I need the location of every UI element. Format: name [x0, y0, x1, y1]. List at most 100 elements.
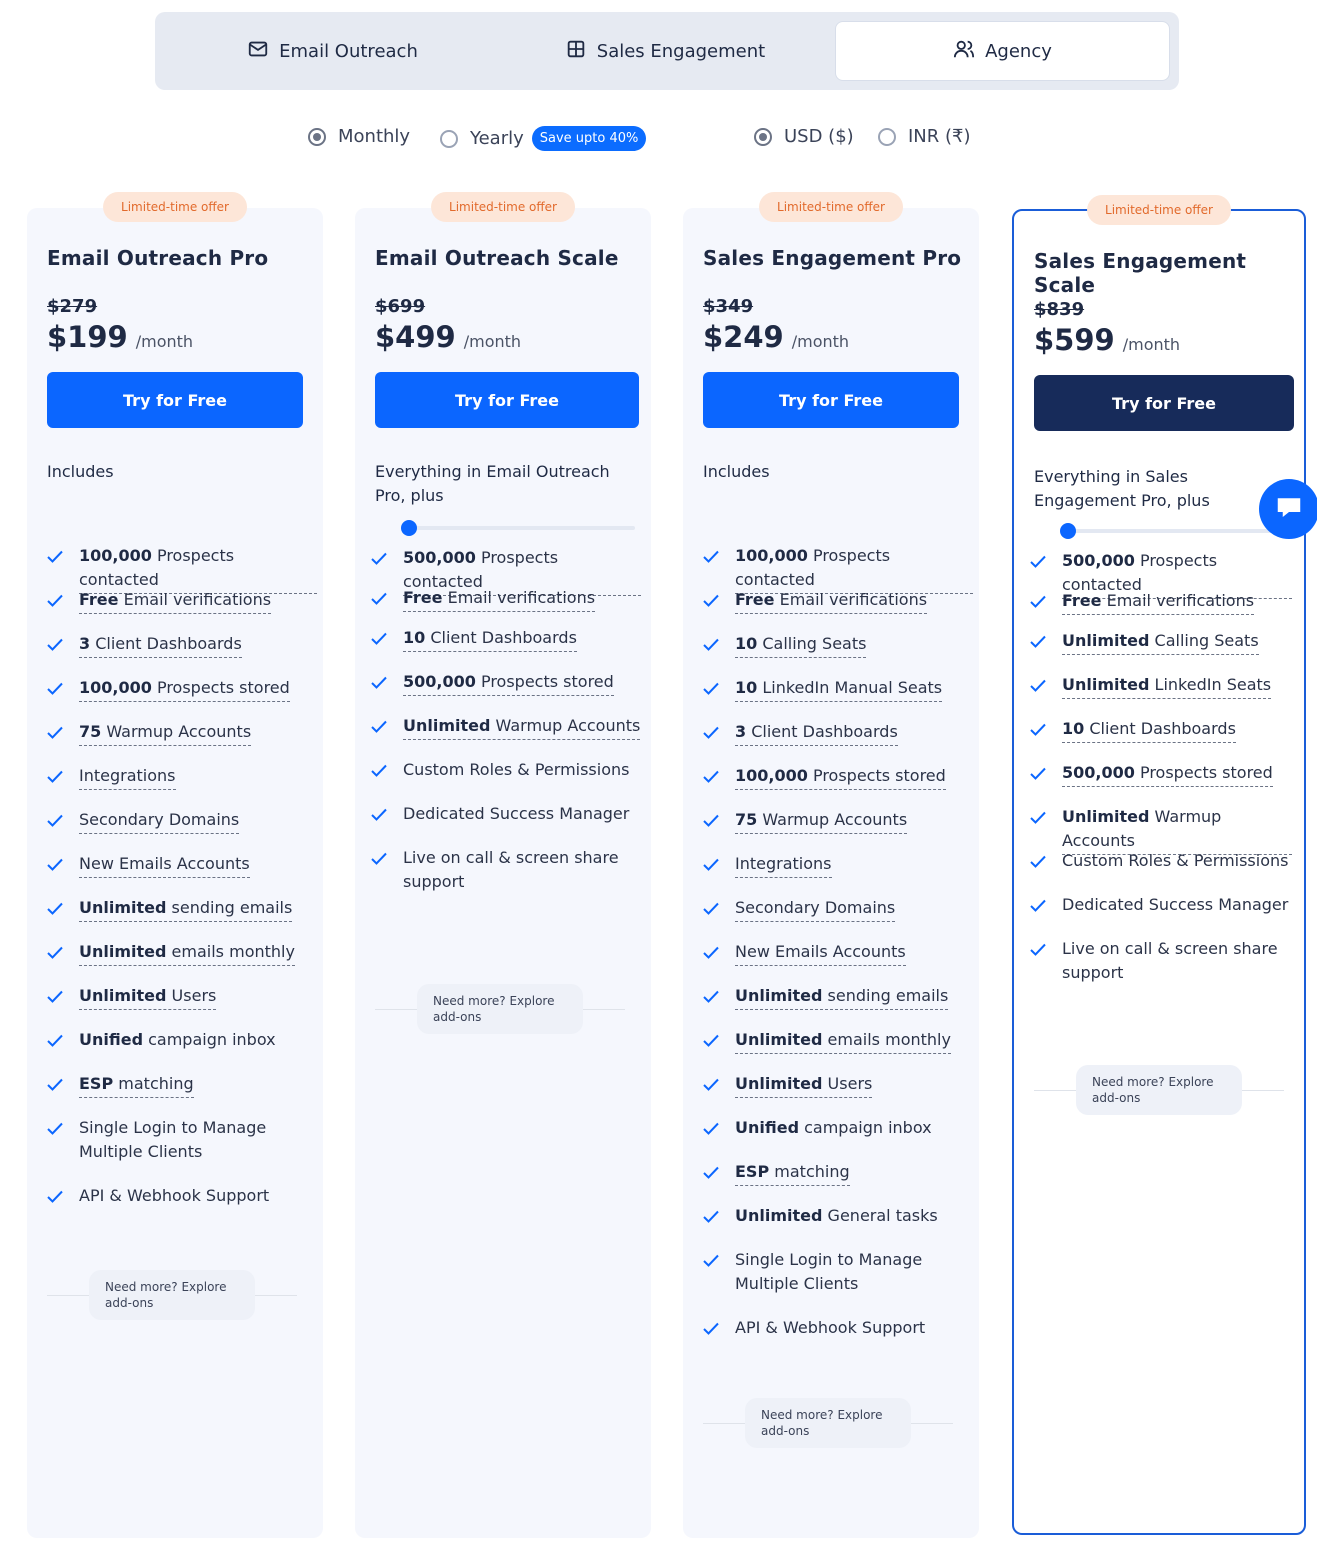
- feature-text: Unlimited General tasks: [735, 1206, 938, 1225]
- feature-text: API & Webhook Support: [735, 1318, 926, 1337]
- prospects-slider[interactable]: [401, 520, 635, 536]
- addons-link[interactable]: Need more? Explore add-ons: [745, 1398, 911, 1448]
- feature-item: Live on call & screen share support: [371, 846, 641, 894]
- plan-card: Limited-time offer Sales Engagement Pro $3…: [683, 192, 979, 1538]
- feature-text: 3 Client Dashboards: [735, 720, 898, 746]
- prospects-slider[interactable]: [1060, 523, 1288, 539]
- check-icon: [47, 1116, 65, 1140]
- check-icon: [47, 1072, 65, 1096]
- feature-text: Secondary Domains: [79, 808, 240, 834]
- tab-email-outreach[interactable]: Email Outreach: [155, 21, 510, 81]
- addons-link[interactable]: Need more? Explore add-ons: [417, 984, 583, 1034]
- explore-addons[interactable]: Need more? Explore add-ons: [375, 984, 625, 1034]
- check-icon: [1030, 849, 1048, 873]
- tab-agency[interactable]: Agency: [835, 21, 1170, 81]
- feature-text: 75 Warmup Accounts: [79, 720, 252, 746]
- yearly-radio[interactable]: Yearly Save upto 40%: [440, 126, 647, 151]
- check-icon: [47, 544, 65, 568]
- check-icon: [47, 588, 65, 612]
- price-row: $249/month: [703, 320, 849, 354]
- feature-item: Unlimited sending emails: [47, 896, 317, 922]
- divider: [47, 1294, 89, 1296]
- feature-item: Unlimited sending emails: [703, 984, 973, 1010]
- feature-item: 100,000 Prospects contacted: [47, 544, 317, 594]
- slider-handle[interactable]: [1060, 523, 1076, 539]
- check-icon: [371, 846, 389, 870]
- check-icon: [47, 632, 65, 656]
- feature-text: Unlimited Warmup Accounts: [403, 714, 641, 740]
- feature-text: 10 Client Dashboards: [1062, 717, 1236, 743]
- addons-link[interactable]: Need more? Explore add-ons: [1076, 1065, 1242, 1115]
- feature-item: Unlimited Users: [47, 984, 317, 1010]
- feature-text: 3 Client Dashboards: [79, 632, 242, 658]
- feature-text: Free Email verifications: [1062, 589, 1255, 615]
- radio-indicator: [754, 127, 772, 146]
- check-icon: [371, 626, 389, 650]
- explore-addons[interactable]: Need more? Explore add-ons: [1034, 1065, 1284, 1115]
- feature-item: Integrations: [47, 764, 317, 790]
- tab-sales-engagement[interactable]: Sales Engagement: [500, 21, 830, 81]
- price-row: $499/month: [375, 320, 521, 354]
- feature-item: 75 Warmup Accounts: [47, 720, 317, 746]
- feature-text: Custom Roles & Permissions: [403, 760, 630, 779]
- monthly-radio[interactable]: Monthly: [308, 126, 410, 147]
- feature-item: 10 Calling Seats: [703, 632, 973, 658]
- feature-item: New Emails Accounts: [47, 852, 317, 878]
- try-for-free-button[interactable]: Try for Free: [375, 372, 639, 428]
- check-icon: [703, 1160, 721, 1184]
- usd-radio[interactable]: USD ($): [754, 126, 854, 147]
- feature-item: API & Webhook Support: [703, 1316, 973, 1340]
- feature-item: 3 Client Dashboards: [47, 632, 317, 658]
- check-icon: [703, 632, 721, 656]
- feature-item: Integrations: [703, 852, 973, 878]
- check-icon: [47, 896, 65, 920]
- check-icon: [47, 1028, 65, 1052]
- explore-addons[interactable]: Need more? Explore add-ons: [703, 1398, 953, 1448]
- try-for-free-button[interactable]: Try for Free: [47, 372, 303, 428]
- check-icon: [703, 676, 721, 700]
- check-icon: [703, 1316, 721, 1340]
- feature-item: Unlimited LinkedIn Seats: [1030, 673, 1292, 699]
- yearly-label: Yearly: [470, 128, 524, 149]
- check-icon: [1030, 761, 1048, 785]
- feature-item: Unified campaign inbox: [703, 1116, 973, 1140]
- feature-item: Unified campaign inbox: [47, 1028, 317, 1052]
- current-price: $199: [47, 320, 128, 354]
- try-for-free-button[interactable]: Try for Free: [1034, 375, 1294, 431]
- feature-item: Single Login to Manage Multiple Clients: [703, 1248, 973, 1296]
- slider-handle[interactable]: [401, 520, 417, 536]
- plan-card: Limited-time offer Email Outreach Pro $279…: [27, 192, 323, 1538]
- chat-widget-button[interactable]: [1259, 479, 1317, 539]
- original-price: $349: [703, 296, 754, 317]
- check-icon: [1030, 629, 1048, 653]
- radio-indicator: [440, 129, 458, 148]
- feature-item: Secondary Domains: [47, 808, 317, 834]
- check-icon: [703, 1248, 721, 1272]
- current-price: $249: [703, 320, 784, 354]
- feature-text: API & Webhook Support: [79, 1186, 270, 1205]
- feature-text: Unlimited Calling Seats: [1062, 629, 1259, 655]
- feature-text: Unlimited Users: [735, 1072, 873, 1098]
- addons-link[interactable]: Need more? Explore add-ons: [89, 1270, 255, 1320]
- divider: [255, 1294, 297, 1296]
- feature-text: Unlimited Users: [79, 984, 217, 1010]
- original-price: $699: [375, 296, 426, 317]
- divider: [1034, 1089, 1076, 1091]
- feature-text: Custom Roles & Permissions: [1062, 851, 1289, 870]
- check-icon: [1030, 589, 1048, 613]
- check-icon: [703, 1116, 721, 1140]
- feature-item: 100,000 Prospects stored: [47, 676, 317, 702]
- feature-text: 10 Client Dashboards: [403, 626, 577, 652]
- check-icon: [47, 984, 65, 1008]
- plan-name: Sales Engagement Pro: [703, 246, 962, 270]
- feature-text: New Emails Accounts: [735, 940, 906, 966]
- feature-item: Unlimited Warmup Accounts: [371, 714, 641, 740]
- feature-text: 10 Calling Seats: [735, 632, 867, 658]
- inr-radio[interactable]: INR (₹): [878, 126, 971, 147]
- feature-item: Custom Roles & Permissions: [371, 758, 641, 782]
- check-icon: [703, 1072, 721, 1096]
- check-icon: [47, 676, 65, 700]
- check-icon: [703, 852, 721, 876]
- explore-addons[interactable]: Need more? Explore add-ons: [47, 1270, 297, 1320]
- try-for-free-button[interactable]: Try for Free: [703, 372, 959, 428]
